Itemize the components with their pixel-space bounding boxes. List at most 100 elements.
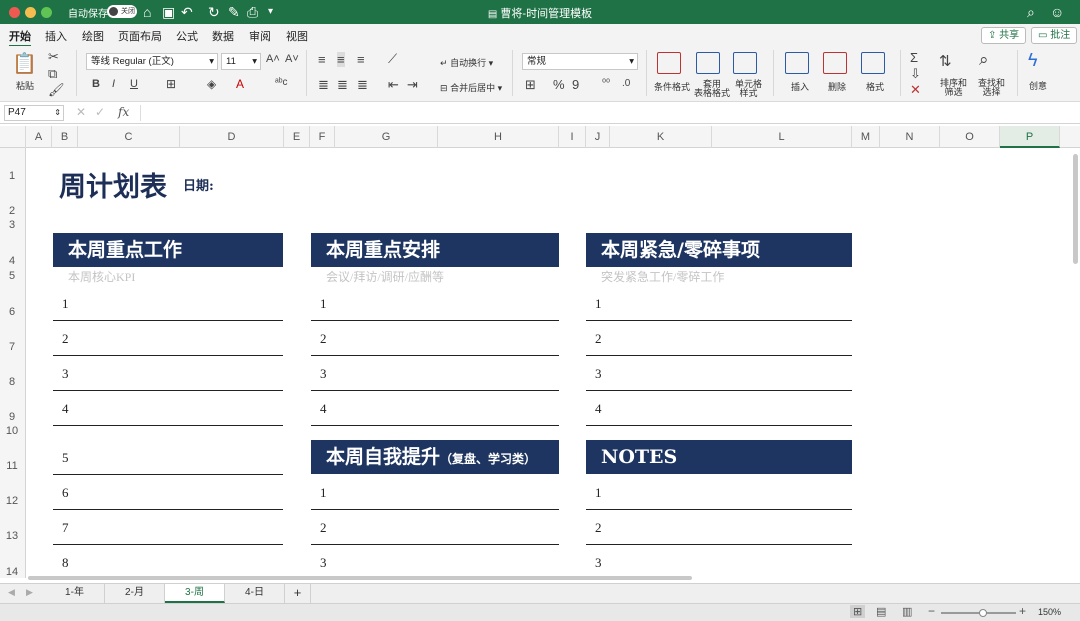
column-header[interactable]: N bbox=[880, 126, 940, 148]
column-header[interactable]: J bbox=[586, 126, 610, 148]
list-item[interactable]: 2 bbox=[53, 321, 283, 356]
next-sheet-icon[interactable]: ▶ bbox=[26, 587, 33, 598]
wrap-text-button[interactable]: ↵ 自动换行 ▾ bbox=[440, 56, 493, 69]
column-header[interactable]: D bbox=[180, 126, 284, 148]
list-item[interactable]: 1 bbox=[586, 475, 852, 510]
list-item[interactable]: 4 bbox=[586, 391, 852, 426]
copy-icon[interactable]: ⧉ bbox=[48, 66, 57, 82]
insert-cells-icon[interactable] bbox=[785, 52, 809, 74]
page-break-view-icon[interactable]: ▥ bbox=[902, 605, 912, 618]
autosum-icon[interactable]: Σ bbox=[910, 50, 918, 65]
column-header[interactable]: O bbox=[940, 126, 1000, 148]
column-header[interactable]: H bbox=[438, 126, 559, 148]
conditional-format-icon[interactable] bbox=[657, 52, 681, 74]
align-center-icon[interactable]: ≣ bbox=[337, 77, 348, 93]
function-icon[interactable]: fx bbox=[118, 105, 129, 119]
add-sheet-button[interactable]: + bbox=[285, 584, 311, 603]
list-item[interactable]: 1 bbox=[53, 286, 283, 321]
list-item[interactable]: 6 bbox=[53, 475, 283, 510]
row-header[interactable]: 11 bbox=[0, 460, 24, 472]
row-header[interactable]: 10 bbox=[0, 425, 24, 437]
increase-font-icon[interactable]: A˄ bbox=[266, 53, 280, 65]
tab-page-layout[interactable]: 页面布局 bbox=[118, 28, 162, 44]
zoom-out-icon[interactable]: − bbox=[928, 604, 935, 618]
row-header[interactable]: 6 bbox=[0, 306, 24, 318]
row-header[interactable]: 14 bbox=[0, 566, 24, 578]
row-header[interactable]: 9 bbox=[0, 411, 24, 423]
cell-styles-icon[interactable] bbox=[733, 52, 757, 74]
format-as-table-icon[interactable] bbox=[696, 52, 720, 74]
tab-draw[interactable]: 绘图 bbox=[82, 28, 104, 44]
prev-sheet-icon[interactable]: ◀ bbox=[8, 587, 15, 598]
sort-filter-icon[interactable]: ⇅ bbox=[939, 52, 952, 70]
tab-formulas[interactable]: 公式 bbox=[176, 28, 198, 44]
clear-icon[interactable]: ✕ bbox=[910, 82, 921, 98]
list-item[interactable]: 2 bbox=[586, 321, 852, 356]
decrease-decimal-icon[interactable]: .0 bbox=[622, 78, 630, 89]
align-middle-icon[interactable]: ≡ bbox=[337, 52, 345, 67]
normal-view-icon[interactable]: ⊞ bbox=[850, 605, 866, 618]
align-top-icon[interactable]: ≡ bbox=[318, 52, 326, 67]
percent-icon[interactable]: % bbox=[553, 77, 565, 92]
tab-review[interactable]: 审阅 bbox=[249, 28, 271, 44]
horizontal-scroll-thumb[interactable] bbox=[28, 576, 692, 580]
worksheet-grid[interactable]: 周计划表 日期: 本周重点工作 本周核心KPI 1 2 3 4 5 6 7 8 … bbox=[26, 148, 1070, 578]
column-header[interactable]: F bbox=[310, 126, 335, 148]
row-header[interactable]: 1 bbox=[0, 170, 24, 182]
name-box[interactable]: P47 ⇕ bbox=[4, 105, 64, 121]
sheet-tab[interactable]: 2-月 bbox=[105, 584, 165, 603]
currency-icon[interactable]: ⊞ bbox=[525, 77, 536, 93]
column-header[interactable]: A bbox=[26, 126, 52, 148]
underline-icon[interactable]: U bbox=[130, 78, 138, 90]
list-item[interactable]: 1 bbox=[311, 286, 559, 321]
font-color-icon[interactable]: A bbox=[236, 77, 244, 91]
list-item[interactable]: 2 bbox=[311, 510, 559, 545]
list-item[interactable]: 4 bbox=[53, 391, 283, 426]
list-item[interactable]: 3 bbox=[53, 356, 283, 391]
row-header[interactable]: 3 bbox=[0, 219, 24, 231]
page-layout-view-icon[interactable]: ▤ bbox=[876, 605, 886, 618]
list-item[interactable]: 7 bbox=[53, 510, 283, 545]
lightning-icon[interactable]: ϟ bbox=[1028, 50, 1038, 71]
share-button[interactable]: ⇪ 共享 bbox=[981, 27, 1027, 44]
column-header[interactable]: B bbox=[52, 126, 78, 148]
number-format-select[interactable]: 常规 ▾ bbox=[522, 53, 638, 70]
row-header[interactable]: 13 bbox=[0, 530, 24, 542]
format-painter-icon[interactable]: 🖌 bbox=[48, 82, 65, 98]
zoom-level[interactable]: 150% bbox=[1038, 607, 1061, 617]
search-icon[interactable]: ⌕ bbox=[1027, 3, 1035, 21]
list-item[interactable]: 8 bbox=[53, 545, 283, 578]
column-header[interactable]: C bbox=[78, 126, 180, 148]
list-item[interactable]: 3 bbox=[311, 545, 559, 578]
fill-icon[interactable]: ⇩ bbox=[910, 66, 921, 82]
column-header[interactable]: G bbox=[335, 126, 438, 148]
cancel-icon[interactable]: ✕ bbox=[76, 105, 86, 119]
zoom-slider-handle[interactable] bbox=[979, 609, 987, 617]
row-header[interactable]: 4 bbox=[0, 255, 24, 267]
cut-icon[interactable]: ✂ bbox=[48, 49, 59, 65]
formula-input[interactable] bbox=[140, 105, 1075, 121]
row-header[interactable]: 2 bbox=[0, 205, 24, 217]
list-item[interactable]: 1 bbox=[586, 286, 852, 321]
column-header[interactable]: K bbox=[610, 126, 712, 148]
phonetic-icon[interactable]: ᵃᵇc bbox=[275, 77, 288, 88]
align-left-icon[interactable]: ≣ bbox=[318, 77, 329, 93]
format-cells-icon[interactable] bbox=[861, 52, 885, 74]
increase-indent-icon[interactable]: ⇥ bbox=[407, 77, 418, 93]
list-item[interactable]: 5 bbox=[53, 440, 283, 475]
comments-button[interactable]: ▭ 批注 bbox=[1031, 27, 1078, 44]
list-item[interactable]: 3 bbox=[586, 545, 852, 578]
font-name-select[interactable]: 等线 Regular (正文) ▾ bbox=[86, 53, 218, 70]
zoom-in-icon[interactable]: + bbox=[1019, 604, 1026, 618]
italic-icon[interactable]: I bbox=[112, 78, 115, 90]
decrease-font-icon[interactable]: A˅ bbox=[285, 53, 299, 65]
delete-cells-icon[interactable] bbox=[823, 52, 847, 74]
column-header[interactable]: E bbox=[284, 126, 310, 148]
confirm-icon[interactable]: ✓ bbox=[95, 105, 105, 119]
sheet-tab-active[interactable]: 3-周 bbox=[165, 584, 225, 603]
sheet-tab[interactable]: 1-年 bbox=[45, 584, 105, 603]
vertical-scroll-thumb[interactable] bbox=[1073, 154, 1078, 264]
orientation-icon[interactable]: ⟋ bbox=[388, 51, 397, 67]
list-item[interactable]: 2 bbox=[586, 510, 852, 545]
tab-insert[interactable]: 插入 bbox=[45, 28, 67, 44]
